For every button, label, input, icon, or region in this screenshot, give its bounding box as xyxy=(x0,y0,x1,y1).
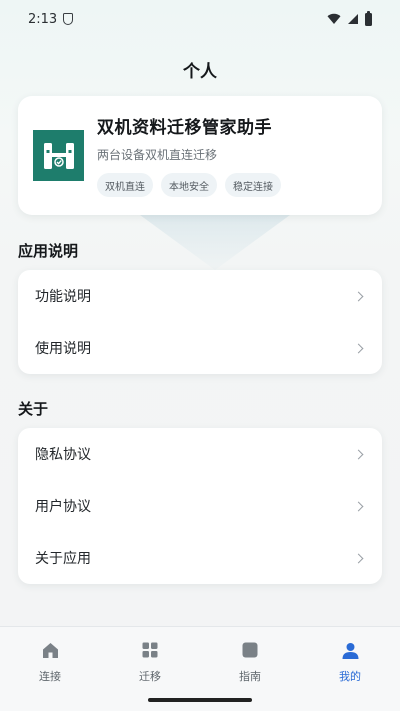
signal-icon xyxy=(348,14,358,24)
background-decoration xyxy=(140,215,290,270)
nav-label: 指南 xyxy=(239,670,261,683)
list-item-label: 关于应用 xyxy=(35,551,91,567)
list-item-label: 隐私协议 xyxy=(35,447,91,463)
battery-icon xyxy=(365,10,372,26)
list-item-usage[interactable]: 使用说明 xyxy=(18,322,382,374)
chevron-right-icon xyxy=(353,291,364,301)
person-icon xyxy=(341,641,359,659)
nav-tab-me[interactable]: 我的 xyxy=(300,627,400,691)
section-title-about: 关于 xyxy=(18,400,49,418)
about-list: 隐私协议 用户协议 关于应用 xyxy=(18,428,382,584)
nav-label: 我的 xyxy=(339,670,361,683)
nav-label: 连接 xyxy=(39,670,61,683)
chevron-right-icon xyxy=(353,501,364,511)
app-info-list: 功能说明 使用说明 xyxy=(18,270,382,374)
app-info-card: 双机资料迁移管家助手 两台设备双机直连迁移 双机直连 本地安全 稳定连接 xyxy=(18,96,382,215)
status-time: 2:13 xyxy=(28,11,58,27)
list-item-about-app[interactable]: 关于应用 xyxy=(18,532,382,584)
nav-tab-migrate[interactable]: 迁移 xyxy=(100,627,200,691)
list-item-privacy[interactable]: 隐私协议 xyxy=(18,428,382,480)
chevron-right-icon xyxy=(353,343,364,353)
list-item-label: 用户协议 xyxy=(35,499,91,515)
app-name: 双机资料迁移管家助手 xyxy=(97,118,272,138)
nav-tab-guide[interactable]: 指南 xyxy=(200,627,300,691)
tag-stable: 稳定连接 xyxy=(225,173,281,197)
home-indicator[interactable] xyxy=(148,698,252,702)
nav-label: 迁移 xyxy=(139,670,161,683)
chevron-right-icon xyxy=(353,449,364,459)
app-logo xyxy=(33,130,84,181)
bottom-navigation: 连接 迁移 指南 我的 xyxy=(0,626,400,711)
wifi-icon xyxy=(327,13,341,24)
tag-direct: 双机直连 xyxy=(97,173,153,197)
grid-icon xyxy=(141,641,159,659)
app-description: 两台设备双机直连迁移 xyxy=(97,148,218,162)
section-title-app-info: 应用说明 xyxy=(18,242,79,260)
list-item-user-agreement[interactable]: 用户协议 xyxy=(18,480,382,532)
square-icon xyxy=(241,641,259,659)
page-title: 个人 xyxy=(183,62,217,82)
nav-tab-connect[interactable]: 连接 xyxy=(0,627,100,691)
list-item-label: 使用说明 xyxy=(35,341,91,357)
tag-list: 双机直连 本地安全 稳定连接 xyxy=(97,173,281,197)
home-icon xyxy=(41,641,59,659)
status-bar: 2:13 xyxy=(0,0,400,38)
transfer-icon xyxy=(43,142,74,169)
shield-icon xyxy=(63,13,74,25)
chevron-right-icon xyxy=(353,553,364,563)
list-item-label: 功能说明 xyxy=(35,289,91,305)
list-item-features[interactable]: 功能说明 xyxy=(18,270,382,322)
tag-secure: 本地安全 xyxy=(161,173,217,197)
